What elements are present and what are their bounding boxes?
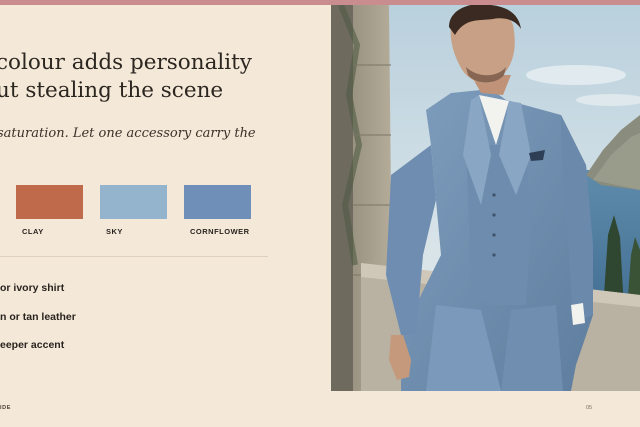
tip-leather: n or tan leather [0, 311, 76, 323]
page-title: colour adds personality ut stealing the … [0, 49, 326, 105]
subtitle: saturation. Let one accessory carry the [0, 126, 256, 141]
swatch-label-sky: SKY [106, 227, 123, 236]
divider [0, 256, 268, 257]
swatch-label-clay: CLAY [22, 227, 44, 236]
tip-shirt: or ivory shirt [0, 282, 65, 294]
title-line-2: ut stealing the scene [0, 78, 224, 103]
swatch-sky [100, 185, 167, 219]
title-line-1: colour adds personality [0, 50, 252, 75]
suit-photo-illustration [331, 5, 640, 391]
page-number: 05 [586, 405, 593, 411]
text-panel: colour adds personality ut stealing the … [0, 5, 331, 391]
footer-label: IDE [0, 405, 11, 411]
swatch-cornflower [184, 185, 251, 219]
hero-photo [331, 5, 640, 391]
swatch-clay [16, 185, 83, 219]
tip-accent: eeper accent [0, 339, 65, 351]
swatch-label-cornflower: CORNFLOWER [190, 227, 250, 236]
